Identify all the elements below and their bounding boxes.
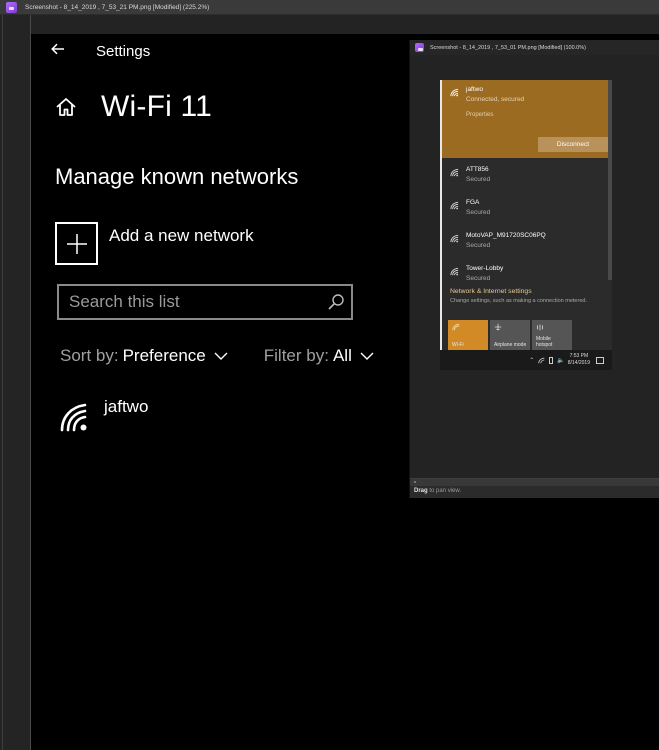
tile-label: Airplane mode bbox=[494, 342, 527, 348]
system-tray: ⌃ 🔈 bbox=[529, 356, 565, 364]
sort-value: Preference bbox=[122, 346, 206, 365]
wifi-icon bbox=[450, 88, 459, 97]
filter-label: Filter by: bbox=[263, 346, 329, 365]
network-name: Tower-Lobby bbox=[466, 265, 504, 272]
outer-window-titlebar: Screenshot - 8_14_2019 , 7_53_21 PM.png … bbox=[0, 0, 659, 15]
known-network-item[interactable]: jaftwo bbox=[59, 394, 148, 433]
outer-window-title: Screenshot - 8_14_2019 , 7_53_21 PM.png … bbox=[25, 3, 210, 11]
wifi-flyout: jaftwo Connected, secured Properties Dis… bbox=[440, 80, 612, 370]
airplane-icon bbox=[494, 323, 502, 331]
sort-dropdown[interactable]: Sort by: Preference bbox=[60, 346, 228, 366]
network-settings-description: Change settings, such as making a connec… bbox=[450, 298, 587, 304]
network-list-item[interactable]: MotoVAP_M91720SC06PQ Secured bbox=[442, 224, 612, 257]
wifi-icon bbox=[452, 323, 460, 331]
clock-date: 8/14/2019 bbox=[567, 360, 590, 366]
network-status: Secured bbox=[466, 209, 491, 216]
network-name: jaftwo bbox=[466, 86, 483, 93]
action-center-icon[interactable] bbox=[596, 356, 604, 364]
network-status: Connected, secured bbox=[466, 96, 525, 103]
chevron-down-icon bbox=[214, 352, 228, 360]
network-name: FGA bbox=[466, 199, 480, 206]
sort-label: Sort by: bbox=[60, 346, 119, 365]
properties-link[interactable]: Properties bbox=[466, 112, 612, 118]
chevron-up-icon[interactable]: ⌃ bbox=[529, 357, 534, 364]
volume-icon[interactable]: 🔈 bbox=[557, 357, 564, 364]
mobile-hotspot-tile[interactable]: Mobile hotspot bbox=[532, 320, 572, 351]
filter-value: All bbox=[332, 346, 352, 365]
network-name: ATT856 bbox=[466, 166, 489, 173]
network-name: jaftwo bbox=[104, 397, 149, 416]
inner-window-titlebar: Screenshot - 8_14_2019 , 7_53_01 PM.png … bbox=[410, 40, 659, 55]
add-network-button[interactable]: Add a new network bbox=[55, 222, 254, 265]
sort-filter-row: Sort by: Preference Filter by: All bbox=[60, 346, 374, 366]
status-bar: Drag to pan view. bbox=[410, 478, 659, 498]
status-text: Drag to pan view. bbox=[414, 488, 462, 494]
network-status: Secured bbox=[466, 176, 491, 183]
hotspot-icon bbox=[537, 324, 543, 331]
image-editor-icon bbox=[415, 43, 424, 52]
network-name: MotoVAP_M91720SC06PQ bbox=[466, 232, 546, 239]
flyout-scrollbar[interactable] bbox=[608, 80, 612, 280]
left-panel-strip bbox=[0, 15, 31, 750]
image-editor-icon bbox=[6, 1, 17, 13]
clock-time: 7:53 PM bbox=[569, 353, 589, 359]
network-list-item[interactable]: FGA Secured bbox=[442, 191, 612, 224]
tile-label: Wi-Fi bbox=[452, 342, 464, 348]
back-arrow-icon bbox=[51, 43, 64, 55]
quick-action-tiles: Wi-Fi Airplane mode Mobile hotspot bbox=[448, 320, 574, 351]
home-icon[interactable] bbox=[55, 96, 77, 118]
back-button[interactable] bbox=[49, 40, 67, 58]
taskbar: ⌃ 🔈 7:53 PM 8/14/2019 bbox=[440, 350, 612, 370]
airplane-mode-tile[interactable]: Airplane mode bbox=[490, 320, 530, 351]
search-field[interactable] bbox=[57, 284, 353, 320]
page-title: Wi-Fi 11 bbox=[101, 90, 213, 123]
disconnect-button[interactable]: Disconnect bbox=[538, 137, 608, 152]
network-status: Secured bbox=[466, 242, 491, 249]
search-input[interactable] bbox=[69, 292, 327, 312]
wifi-icon bbox=[450, 201, 459, 210]
battery-icon[interactable] bbox=[549, 356, 554, 364]
filter-dropdown[interactable]: Filter by: All bbox=[264, 346, 374, 366]
wifi-icon bbox=[450, 267, 459, 276]
horizontal-scrollbar[interactable] bbox=[410, 479, 659, 486]
inner-window-title: Screenshot - 8_14_2019 , 7_53_01 PM.png … bbox=[430, 44, 586, 51]
network-settings-link[interactable]: Network & Internet settings Change setti… bbox=[442, 286, 612, 305]
wifi-icon bbox=[450, 234, 459, 243]
settings-app-label: Settings bbox=[96, 43, 151, 60]
add-network-label: Add a new network bbox=[109, 226, 254, 245]
wifi-icon bbox=[60, 403, 87, 432]
wifi-icon[interactable] bbox=[538, 357, 545, 364]
taskbar-clock[interactable]: 7:53 PM 8/14/2019 bbox=[568, 353, 590, 367]
network-settings-title: Network & Internet settings bbox=[450, 288, 532, 295]
connected-network[interactable]: jaftwo Connected, secured Properties Dis… bbox=[442, 80, 612, 158]
tile-label: Mobile hotspot bbox=[536, 336, 553, 348]
search-icon[interactable] bbox=[327, 293, 345, 311]
network-status: Secured bbox=[466, 275, 491, 282]
inner-viewer-window: Screenshot - 8_14_2019 , 7_53_01 PM.png … bbox=[409, 40, 659, 498]
network-list-item[interactable]: ATT856 Secured bbox=[442, 158, 612, 191]
section-title: Manage known networks bbox=[55, 164, 299, 189]
chevron-down-icon bbox=[360, 352, 374, 360]
plus-icon bbox=[66, 233, 87, 254]
wifi-tile[interactable]: Wi-Fi bbox=[448, 320, 488, 351]
wifi-icon bbox=[450, 168, 459, 177]
